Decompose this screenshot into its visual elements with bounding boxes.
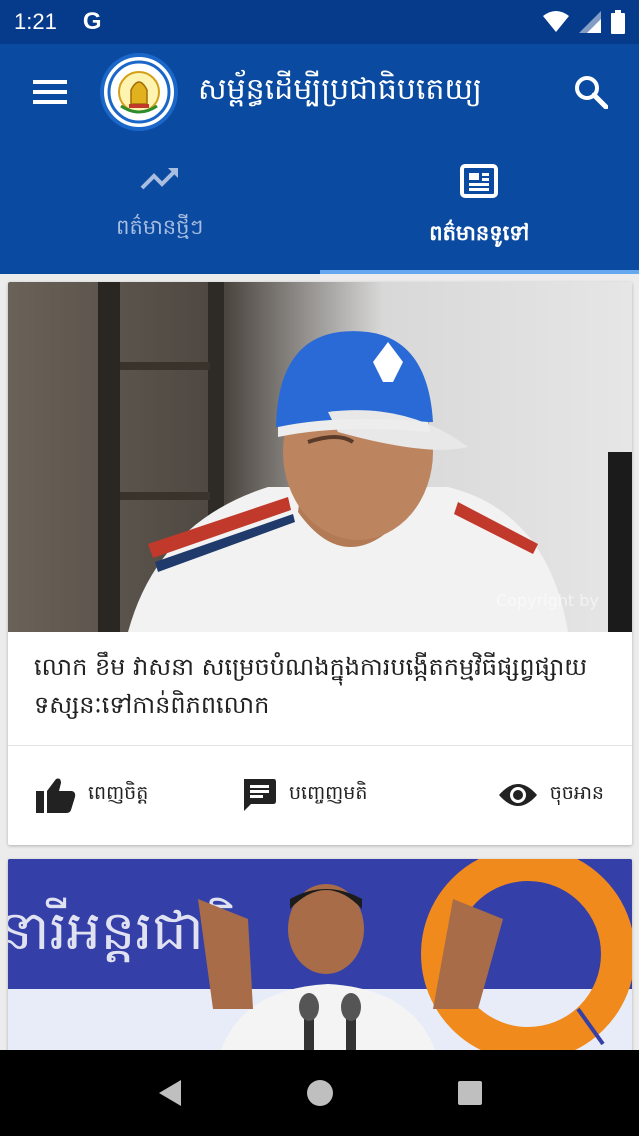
google-notification-icon: G	[82, 8, 102, 35]
back-icon[interactable]	[155, 1078, 185, 1108]
active-tab-indicator	[319, 270, 639, 274]
status-time: 1:21	[14, 9, 57, 34]
comment-button[interactable]: បញ្ចេញមតិ	[241, 777, 481, 813]
image-watermark: Copyright by	[496, 591, 599, 610]
comment-icon	[244, 779, 276, 811]
tab-general-news[interactable]: ពត៌មានទូទៅ	[319, 140, 639, 274]
wifi-icon	[543, 11, 569, 32]
article-image[interactable]: Copyright by	[8, 282, 632, 632]
party-logo	[100, 53, 178, 131]
article-actions: ពេញចិត្ត បញ្ចេញមតិ ចុចអាន	[8, 746, 632, 844]
like-button[interactable]: ពេញចិត្ត	[36, 777, 241, 813]
cellular-signal-icon	[579, 11, 601, 33]
read-label: ចុចអាន	[549, 782, 604, 804]
like-label: ពេញចិត្ត	[88, 782, 149, 804]
newspaper-icon	[460, 164, 499, 198]
comment-label: បញ្ចេញមតិ	[289, 782, 368, 804]
trending-up-icon	[140, 168, 178, 190]
home-icon[interactable]	[305, 1078, 335, 1108]
article-headline[interactable]: លោក ខឹម វាសនា សម្រេចបំណងក្នុងការបង្កើតកម…	[8, 632, 632, 745]
tab-latest-news[interactable]: ពត៌មានថ្មីៗ	[0, 140, 320, 274]
system-navigation-bar	[0, 1050, 639, 1136]
article-image[interactable]: នារីអន្តរជាតិ	[8, 859, 632, 1059]
recent-apps-icon[interactable]	[455, 1078, 485, 1108]
read-button[interactable]: ចុចអាន	[498, 781, 604, 809]
thumbs-up-icon	[36, 778, 76, 813]
hamburger-menu-icon	[33, 80, 67, 104]
eye-icon	[498, 784, 537, 806]
app-title: សម្ព័ន្ធដើម្បីប្រជាធិបតេយ្យ	[198, 72, 482, 107]
tab-bar: ពត៌មានថ្មីៗ ពត៌មានទូទៅ	[0, 140, 639, 274]
menu-button[interactable]	[0, 44, 100, 140]
news-card[interactable]: Copyright by លោក ខឹម វាសនា សម្រេចបំណងក្ន…	[8, 282, 632, 845]
battery-icon	[611, 10, 625, 34]
search-icon	[575, 76, 608, 109]
search-button[interactable]	[567, 68, 615, 116]
news-card[interactable]: នារីអន្តរជាតិ	[8, 859, 632, 1059]
tab-general-news-label: ពត៌មានទូទៅ	[429, 221, 530, 245]
app-bar: សម្ព័ន្ធដើម្បីប្រជាធិបតេយ្យ	[0, 44, 639, 140]
status-bar: 1:21 G	[0, 0, 639, 44]
tab-latest-news-label: ពត៌មានថ្មីៗ	[116, 215, 204, 239]
